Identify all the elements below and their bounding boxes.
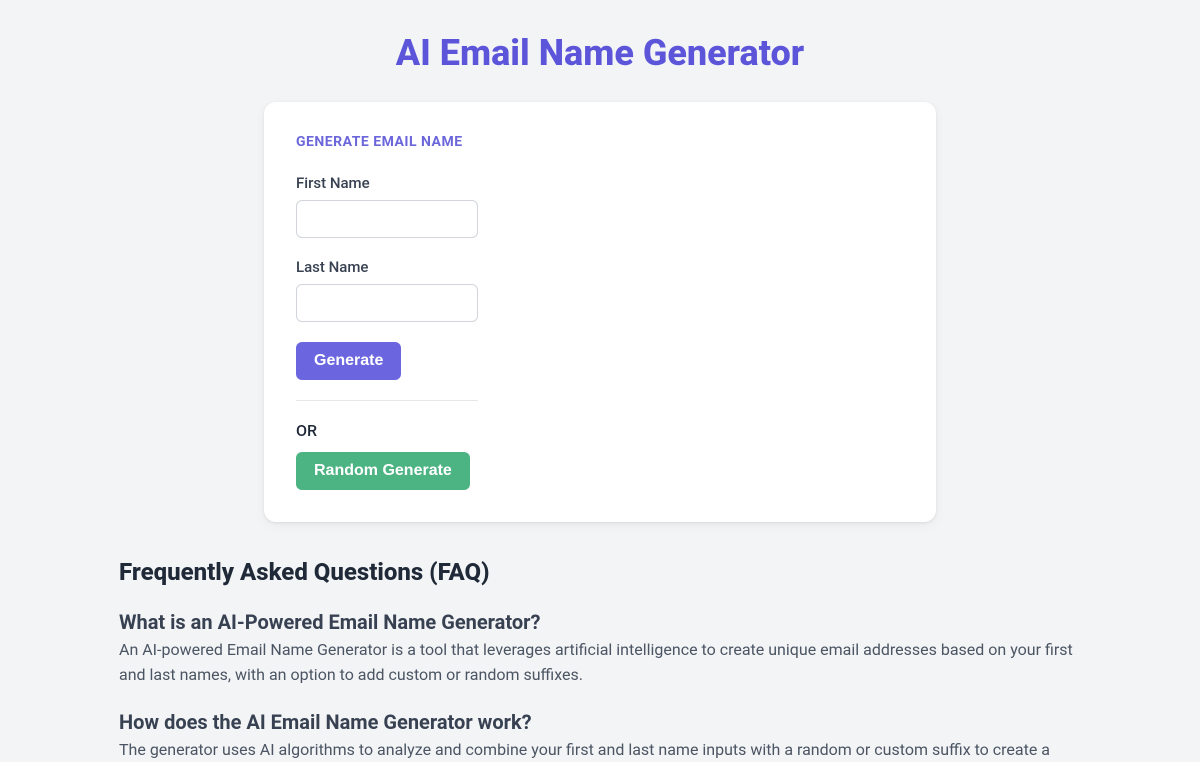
card-heading: GENERATE EMAIL NAME [296,134,904,150]
faq-answer: An AI-powered Email Name Generator is a … [119,638,1081,688]
faq-heading: Frequently Asked Questions (FAQ) [119,558,1081,586]
divider [296,400,478,401]
last-name-input[interactable] [296,284,478,322]
or-label: OR [296,421,904,440]
first-name-input[interactable] [296,200,478,238]
generate-button[interactable]: Generate [296,342,401,380]
page-title: AI Email Name Generator [0,0,1200,102]
last-name-label: Last Name [296,258,904,276]
faq-question: How does the AI Email Name Generator wor… [119,710,1081,734]
faq-section: Frequently Asked Questions (FAQ) What is… [119,558,1081,762]
faq-item: What is an AI-Powered Email Name Generat… [119,610,1081,688]
faq-question: What is an AI-Powered Email Name Generat… [119,610,1081,634]
first-name-group: First Name [296,174,904,238]
last-name-group: Last Name [296,258,904,322]
first-name-label: First Name [296,174,904,192]
faq-item: How does the AI Email Name Generator wor… [119,710,1081,762]
random-generate-button[interactable]: Random Generate [296,452,470,490]
generator-card: GENERATE EMAIL NAME First Name Last Name… [264,102,936,522]
